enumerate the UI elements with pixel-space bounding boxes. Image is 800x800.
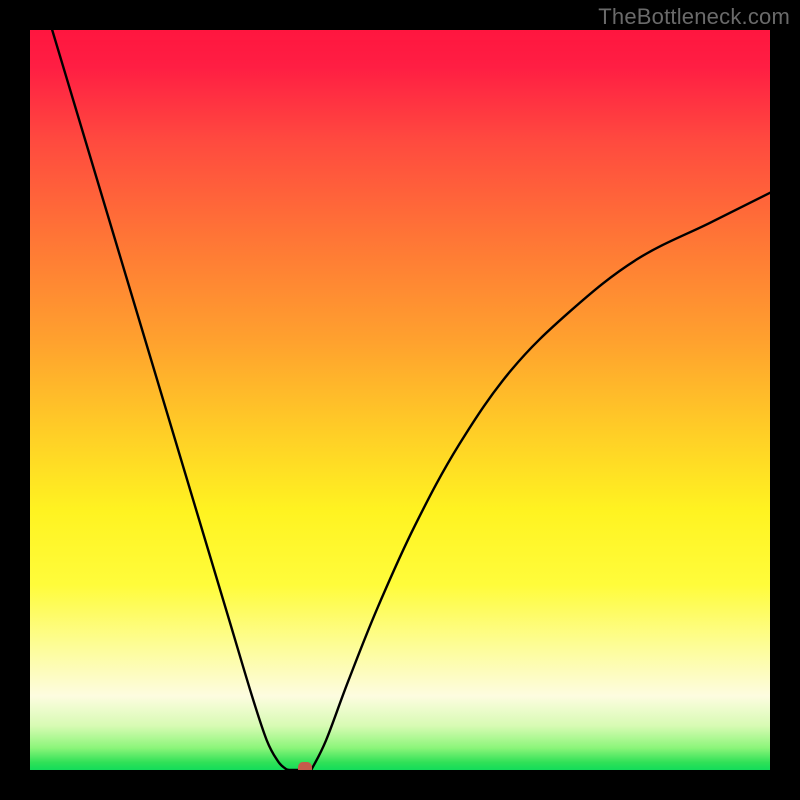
outer-frame: TheBottleneck.com	[0, 0, 800, 800]
bottleneck-curve	[30, 30, 770, 770]
optimum-marker	[298, 762, 312, 770]
watermark-text: TheBottleneck.com	[598, 4, 790, 30]
plot-area	[30, 30, 770, 770]
